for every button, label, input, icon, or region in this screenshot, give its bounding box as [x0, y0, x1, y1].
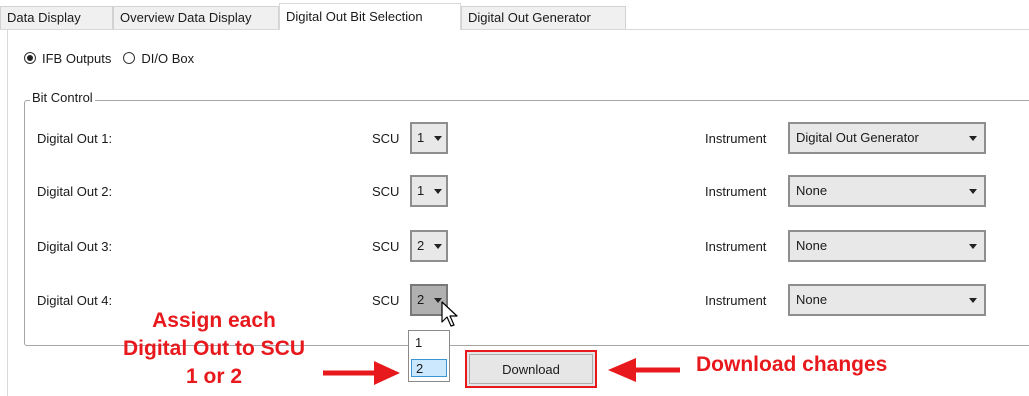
- digital-out-4-instrument-select[interactable]: None: [788, 284, 986, 316]
- digital-out-3-scu-select[interactable]: 2: [410, 230, 448, 262]
- chevron-down-icon: [969, 189, 977, 194]
- scu-label: SCU: [372, 293, 400, 308]
- radio-dio-box[interactable]: DI/O Box: [123, 51, 194, 66]
- assign-annotation-line: Assign each: [152, 309, 276, 332]
- download-button[interactable]: Download: [465, 350, 597, 388]
- instrument-value: Digital Out Generator: [796, 130, 919, 145]
- scu-option-2[interactable]: 2: [411, 359, 447, 377]
- instrument-value: None: [796, 292, 828, 307]
- digital-out-2-instrument-select[interactable]: None: [788, 175, 986, 207]
- radio-ifb-outputs[interactable]: IFB Outputs: [24, 51, 111, 66]
- assign-annotation: Assign each Digital Out to SCU 1 or 2: [79, 307, 349, 391]
- tab-digital-out-bit-selection[interactable]: Digital Out Bit Selection: [279, 3, 461, 30]
- digital-out-2-scu-select[interactable]: 1: [410, 175, 448, 207]
- chevron-down-icon: [434, 189, 442, 194]
- digital-out-3-instrument-select[interactable]: None: [788, 230, 986, 262]
- chevron-down-icon: [969, 136, 977, 141]
- tab-bar: Data Display Overview Data Display Digit…: [0, 0, 1029, 30]
- scu-value: 1: [417, 130, 425, 145]
- digital-out-4-label: Digital Out 4:: [37, 293, 113, 308]
- assign-annotation-line: Digital Out to SCU: [123, 337, 305, 360]
- digital-out-1-instrument-select[interactable]: Digital Out Generator: [788, 122, 986, 154]
- tab-data-display[interactable]: Data Display: [0, 6, 113, 29]
- instrument-label: Instrument: [705, 239, 767, 254]
- assign-annotation-line: 1 or 2: [185, 365, 243, 388]
- tab-overview-data-display[interactable]: Overview Data Display: [113, 6, 279, 29]
- scu-value: 1: [417, 183, 425, 198]
- radio-checked-icon[interactable]: [24, 52, 36, 64]
- instrument-label: Instrument: [705, 293, 767, 308]
- instrument-label: Instrument: [705, 184, 767, 199]
- radio-ifb-outputs-label: IFB Outputs: [42, 50, 112, 66]
- chevron-down-icon: [969, 244, 977, 249]
- output-type-selector: IFB Outputs DI/O Box: [24, 48, 206, 68]
- digital-out-1-scu-select[interactable]: 1: [410, 122, 448, 154]
- mouse-pointer-icon: [441, 301, 458, 327]
- scu-value: 2: [417, 292, 425, 307]
- bit-control-title: Bit Control: [30, 90, 95, 105]
- tab-digital-out-generator[interactable]: Digital Out Generator: [461, 6, 626, 29]
- digital-out-1-label: Digital Out 1:: [37, 131, 113, 146]
- digital-out-3-label: Digital Out 3:: [37, 239, 113, 254]
- scu-value: 2: [417, 238, 425, 253]
- download-button-label: Download: [469, 354, 593, 384]
- radio-dio-box-label: DI/O Box: [141, 50, 195, 66]
- instrument-value: None: [796, 238, 828, 253]
- download-changes-annotation: Download changes: [696, 353, 888, 376]
- scu-dropdown-list: 1 2: [408, 330, 450, 382]
- radio-unchecked-icon[interactable]: [123, 52, 136, 64]
- scu-label: SCU: [372, 239, 400, 254]
- scu-label: SCU: [372, 184, 400, 199]
- instrument-label: Instrument: [705, 131, 767, 146]
- chevron-down-icon: [434, 136, 442, 141]
- scu-option-1[interactable]: 1: [411, 334, 447, 352]
- chevron-down-icon: [434, 244, 442, 249]
- digital-out-2-label: Digital Out 2:: [37, 184, 113, 199]
- instrument-value: None: [796, 183, 828, 198]
- scu-label: SCU: [372, 131, 400, 146]
- chevron-down-icon: [969, 298, 977, 303]
